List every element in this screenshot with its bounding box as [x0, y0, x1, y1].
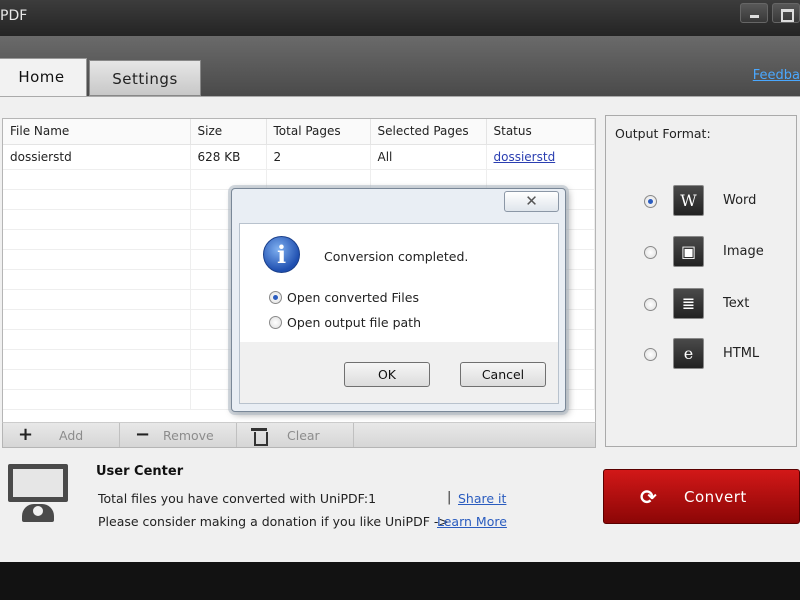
format-radio-html[interactable] [644, 348, 657, 361]
title-bar: PDF [0, 0, 800, 36]
user-center: User Center Total files you have convert… [0, 448, 600, 563]
format-option-html[interactable]: e HTML [644, 337, 794, 371]
dialog-message-area: i Conversion completed. Open converted F… [240, 224, 558, 342]
format-radio-word[interactable] [644, 195, 657, 208]
column-header-selected-pages[interactable]: Selected Pages [370, 119, 487, 145]
cell-status: dossierstd [486, 144, 595, 170]
close-icon: ✕ [525, 192, 538, 210]
column-header-file-name[interactable]: File Name [3, 119, 191, 145]
table-header-row: File Name Size Total Pages Selected Page… [3, 119, 595, 145]
dialog-body: i Conversion completed. Open converted F… [239, 223, 559, 404]
dialog-close-button[interactable]: ✕ [504, 191, 559, 212]
open-converted-radio[interactable] [269, 291, 282, 304]
format-radio-text[interactable] [644, 298, 657, 311]
maximize-button[interactable] [772, 3, 800, 23]
dialog-message: Conversion completed. [324, 249, 469, 264]
cell-size: 628 KB [190, 144, 267, 170]
minus-icon: − [135, 424, 151, 445]
open-converted-label: Open converted Files [287, 290, 419, 305]
html-icon: e [673, 338, 704, 369]
tab-home[interactable]: Home [0, 58, 87, 96]
learn-more-link[interactable]: Learn More [437, 514, 507, 529]
add-button[interactable]: + Add [3, 423, 120, 447]
monitor-icon [8, 464, 68, 502]
format-radio-image[interactable] [644, 246, 657, 259]
remove-label: Remove [163, 428, 214, 443]
clear-button[interactable]: Clear [237, 423, 354, 447]
add-label: Add [59, 428, 84, 443]
conversion-dialog: ✕ i Conversion completed. Open converted… [231, 188, 566, 412]
refresh-icon: ⟳ [640, 485, 657, 509]
file-action-bar: + Add − Remove Clear [2, 422, 596, 448]
format-label-image: Image [723, 244, 764, 259]
remove-button[interactable]: − Remove [120, 423, 237, 447]
cancel-button[interactable]: Cancel [460, 362, 546, 387]
convert-label: Convert [684, 488, 747, 506]
cell-selected-pages[interactable]: All [370, 144, 487, 170]
empty-row [3, 169, 595, 190]
share-link[interactable]: Share it [458, 491, 506, 506]
minimize-button[interactable] [740, 3, 768, 23]
donation-text: Please consider making a donation if you… [98, 514, 449, 529]
tab-settings[interactable]: Settings [89, 60, 201, 96]
status-link[interactable]: dossierstd [494, 150, 556, 164]
taskbar [0, 562, 800, 600]
format-label-html: HTML [723, 346, 760, 361]
open-path-radio[interactable] [269, 316, 282, 329]
cell-file-name: dossierstd [3, 144, 191, 170]
converted-count-text: Total files you have converted with UniP… [98, 491, 377, 506]
ok-button[interactable]: OK [344, 362, 430, 387]
feedback-link[interactable]: Feedba [753, 68, 800, 83]
trash-icon [251, 428, 268, 446]
window-title: PDF [0, 8, 28, 24]
user-icon [22, 504, 54, 522]
column-header-status[interactable]: Status [486, 119, 595, 145]
convert-button[interactable]: ⟳ Convert [603, 469, 800, 524]
table-row[interactable]: dossierstd 628 KB 2 All dossierstd [3, 144, 595, 170]
format-option-text[interactable]: ≣ Text [644, 287, 794, 321]
format-label-text: Text [723, 296, 750, 311]
cell-total-pages: 2 [266, 144, 371, 170]
tab-bar: Home Settings Feedba [0, 36, 800, 96]
format-label-word: Word [723, 193, 757, 208]
user-center-title: User Center [96, 464, 184, 479]
column-header-size[interactable]: Size [190, 119, 267, 145]
clear-label: Clear [287, 428, 320, 443]
output-format-title: Output Format: [615, 126, 711, 141]
column-header-total-pages[interactable]: Total Pages [266, 119, 371, 145]
output-format-panel: Output Format: W Word ▣ Image ≣ Text e H… [605, 115, 797, 447]
image-icon: ▣ [673, 236, 704, 267]
format-option-image[interactable]: ▣ Image [644, 235, 794, 269]
window-controls [740, 3, 800, 23]
plus-icon: + [18, 424, 34, 445]
link-separator: | [447, 490, 452, 505]
open-path-label: Open output file path [287, 315, 421, 330]
format-option-word[interactable]: W Word [644, 184, 794, 218]
text-icon: ≣ [673, 288, 704, 319]
info-icon: i [263, 236, 300, 273]
word-icon: W [673, 185, 704, 216]
